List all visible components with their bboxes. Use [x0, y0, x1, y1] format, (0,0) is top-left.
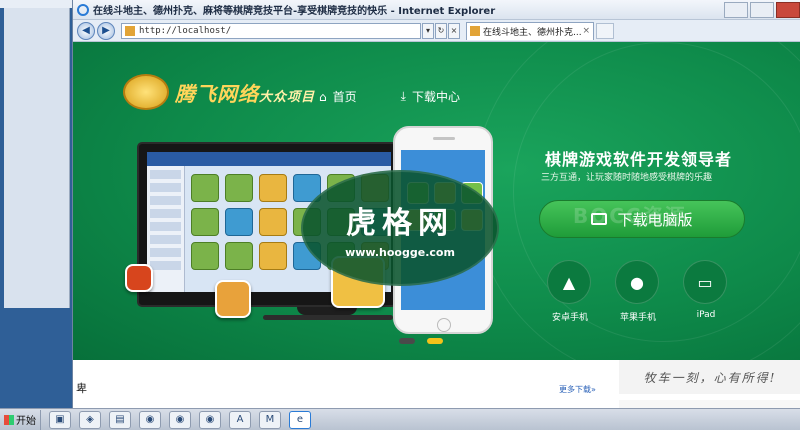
- browser-tab[interactable]: 在线斗地主、德州扑克... ×: [466, 21, 594, 40]
- server-manager-icon[interactable]: ▣: [49, 410, 71, 429]
- screen-top-bar: [147, 152, 391, 166]
- watermark-url: www.hoogge.com: [345, 245, 455, 259]
- platform-label: iPad: [696, 310, 716, 320]
- start-label: 开始: [16, 416, 36, 427]
- calligraphy-banner: 牧车一刻，心有所得!: [619, 360, 800, 394]
- forward-arrow-icon: ▶: [102, 25, 110, 36]
- ipad-icon: ▭: [683, 260, 727, 304]
- calligraphy-sub: [619, 400, 800, 408]
- nav-home-label: 首页: [332, 90, 357, 104]
- taskbar: 开始 ▣ ◈ ▤ ◉ ◉ ◉ A M e: [0, 408, 800, 430]
- carousel-dot-active[interactable]: [427, 338, 443, 344]
- tab-close-icon[interactable]: ×: [582, 26, 590, 36]
- home-icon: ⌂: [319, 89, 327, 104]
- monitor-stand: [297, 307, 357, 315]
- address-bar[interactable]: http://localhost/: [121, 22, 421, 39]
- platform-iphone[interactable]: ● 苹果手机: [615, 260, 661, 323]
- watermark-title: 虎格网: [346, 205, 454, 241]
- start-button[interactable]: 开始: [0, 409, 41, 430]
- media-icon-1[interactable]: ◉: [139, 410, 161, 429]
- browser-toolbar: ◀ ▶ http://localhost/ ▾ ↻ × 在线斗地主、德州扑克..…: [73, 20, 800, 42]
- maximize-button[interactable]: [750, 1, 774, 18]
- android-icon: ▲: [547, 260, 591, 304]
- address-text: http://localhost/: [139, 25, 232, 36]
- nav-download-center[interactable]: ⤓ 下载中心: [401, 88, 460, 105]
- windows-flag-icon: [4, 414, 14, 425]
- stop-button[interactable]: ×: [448, 22, 460, 39]
- phone-speaker: [433, 137, 455, 140]
- hero-banner: 腾飞网络大众项目 ⌂ 首页 ⤓ 下载中心 棋牌游戏软件开发领导者 三方互通，让玩…: [73, 42, 800, 360]
- more-downloads-link[interactable]: 更多下载»: [559, 384, 596, 395]
- background-window: [4, 8, 70, 308]
- character-icon: [125, 264, 153, 292]
- network-icon[interactable]: ◈: [79, 410, 101, 429]
- media-icon-2[interactable]: ◉: [169, 410, 191, 429]
- faint-watermark: BOCC资源: [573, 204, 687, 228]
- apple-icon: ●: [615, 260, 659, 304]
- tab-page-icon: [470, 26, 480, 36]
- folder-icon[interactable]: ▤: [109, 410, 131, 429]
- desktop-strip: [0, 0, 72, 8]
- web-page: 腾飞网络大众项目 ⌂ 首页 ⤓ 下载中心 棋牌游戏软件开发领导者 三方互通，让玩…: [73, 42, 800, 408]
- desktop-background: [0, 0, 72, 408]
- close-button[interactable]: [776, 1, 800, 18]
- forward-button[interactable]: ▶: [97, 21, 115, 40]
- tab-title: 在线斗地主、德州扑克...: [483, 27, 582, 38]
- site-logo[interactable]: 腾飞网络大众项目: [123, 74, 315, 110]
- platform-ipad[interactable]: ▭ iPad: [683, 260, 729, 320]
- logo-subtitle: 大众项目: [259, 89, 316, 105]
- app-icon-a[interactable]: A: [229, 410, 251, 429]
- platform-label: 安卓手机: [551, 313, 588, 323]
- window-controls: [722, 1, 800, 18]
- phone-home-button: [437, 318, 451, 332]
- address-dropdown-button[interactable]: ▾: [422, 22, 434, 39]
- monitor-base: [263, 315, 393, 320]
- nav-download-label: 下载中心: [411, 90, 460, 104]
- platform-android[interactable]: ▲ 安卓手机: [547, 260, 593, 323]
- download-icon: ⤓: [400, 89, 406, 103]
- logo-emblem-icon: [123, 74, 169, 110]
- character-icon: [215, 280, 251, 318]
- carousel-dot[interactable]: [399, 338, 415, 344]
- nav-home[interactable]: ⌂ 首页: [319, 88, 357, 105]
- platform-label: 苹果手机: [619, 313, 656, 323]
- carousel-dots: [399, 338, 443, 344]
- subheadline: 三方互通，让玩家随时随地感受棋牌的乐趣: [541, 173, 713, 183]
- top-nav: ⌂ 首页 ⤓ 下载中心: [319, 88, 460, 105]
- headline: 棋牌游戏软件开发领导者: [545, 150, 733, 169]
- minimize-button[interactable]: [724, 1, 748, 18]
- footer-char: 卑: [76, 382, 87, 395]
- back-arrow-icon: ◀: [82, 25, 90, 36]
- back-button[interactable]: ◀: [77, 21, 95, 40]
- title-bar: 在线斗地主、德州扑克、麻将等棋牌竞技平台-享受棋牌竞技的快乐 - Interne…: [73, 0, 800, 20]
- refresh-button[interactable]: ↻: [435, 22, 447, 39]
- media-icon-3[interactable]: ◉: [199, 410, 221, 429]
- app-icon-m[interactable]: M: [259, 410, 281, 429]
- new-tab-button[interactable]: [596, 22, 614, 39]
- logo-name: 腾飞网络: [175, 81, 259, 106]
- window-title: 在线斗地主、德州扑克、麻将等棋牌竞技平台-享受棋牌竞技的快乐 - Interne…: [93, 6, 496, 17]
- ie-logo-icon: [77, 3, 89, 16]
- page-icon: [125, 25, 135, 36]
- ie-window: 在线斗地主、德州扑克、麻将等棋牌竞技平台-享受棋牌竞技的快乐 - Interne…: [72, 0, 800, 408]
- watermark-badge: 虎格网 www.hoogge.com: [301, 170, 499, 286]
- logo-text: 腾飞网络大众项目: [175, 78, 315, 107]
- ie-icon[interactable]: e: [289, 410, 311, 429]
